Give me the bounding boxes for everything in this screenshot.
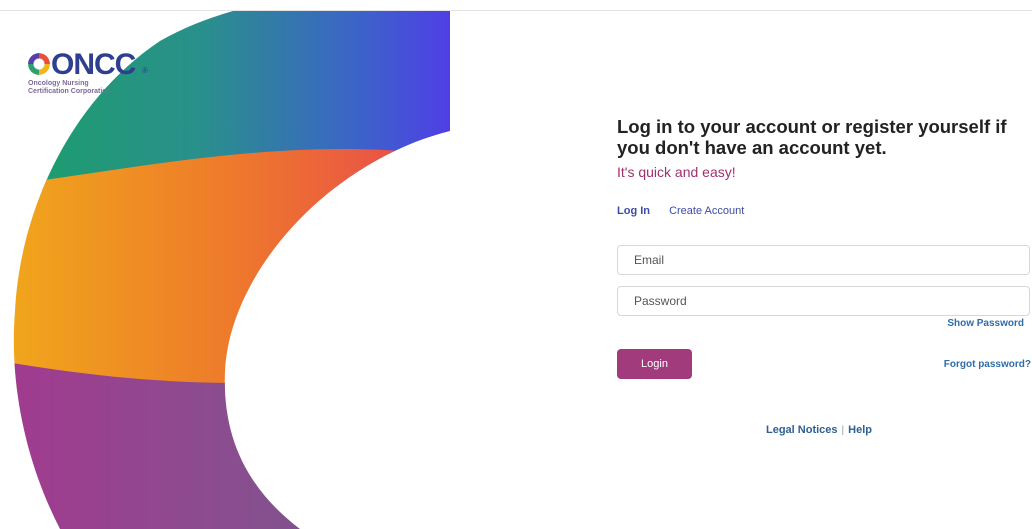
logo-tagline-line1: Oncology Nursing xyxy=(28,80,89,87)
page-title: Log in to your account or register yours… xyxy=(617,116,1007,158)
email-field[interactable] xyxy=(617,245,1030,275)
password-field[interactable] xyxy=(617,286,1030,316)
page-subtitle: It's quick and easy! xyxy=(617,164,736,180)
show-password-link[interactable]: Show Password xyxy=(947,318,1024,329)
logo-tagline-line2: Certification Corporation xyxy=(28,88,111,95)
help-link[interactable]: Help xyxy=(848,424,872,436)
legal-notices-link[interactable]: Legal Notices xyxy=(766,424,838,436)
footer-links: Legal Notices | Help xyxy=(766,424,872,436)
logo-wordmark: ONCC xyxy=(28,48,136,81)
logo-registered-mark: ® xyxy=(142,66,148,75)
footer-separator: | xyxy=(841,425,845,436)
tab-login[interactable]: Log In xyxy=(617,205,650,217)
forgot-password-link[interactable]: Forgot password? xyxy=(944,359,1031,370)
logo-ring-icon xyxy=(28,53,50,75)
logo-text: ONCC xyxy=(51,48,136,81)
logo-tagline: Oncology Nursing Certification Corporati… xyxy=(28,80,111,96)
login-button[interactable]: Login xyxy=(617,349,692,379)
login-panel: Log in to your account or register yours… xyxy=(617,116,1032,180)
oncc-logo[interactable]: ONCC ® Oncology Nursing Certification Co… xyxy=(28,50,168,100)
tab-create-account[interactable]: Create Account xyxy=(669,205,744,217)
auth-tabs: Log In Create Account xyxy=(617,205,744,217)
